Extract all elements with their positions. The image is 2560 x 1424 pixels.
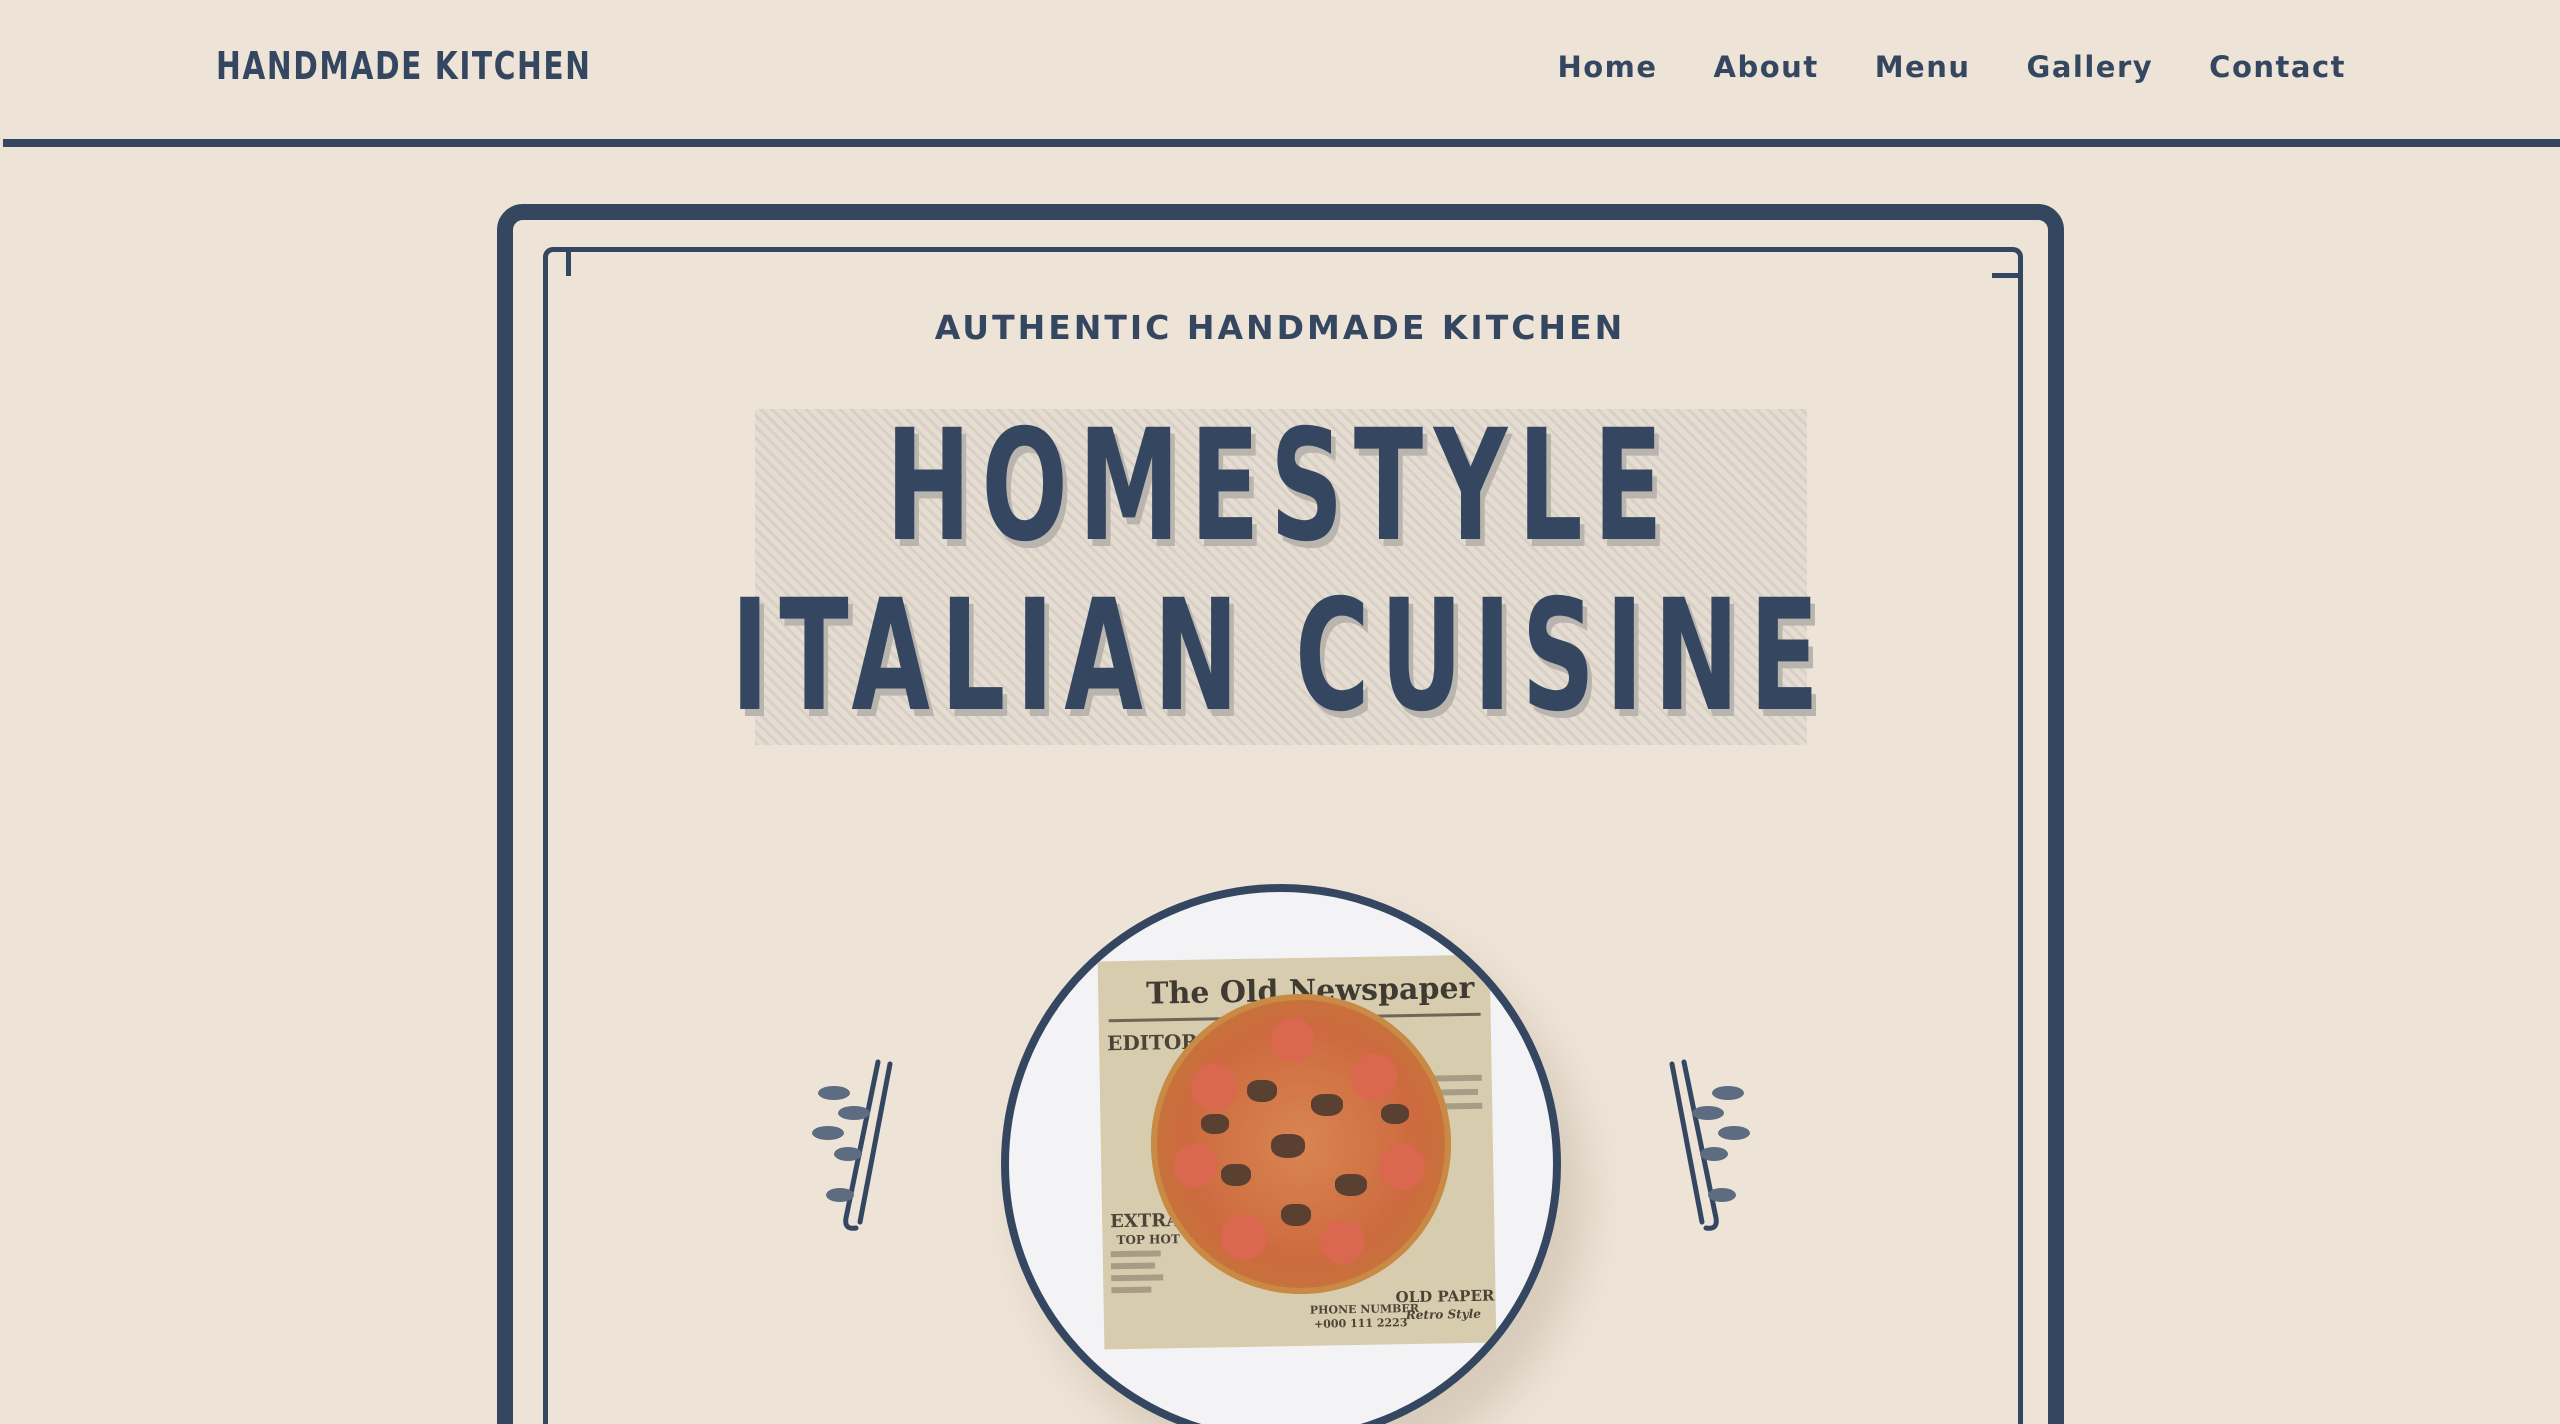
mushroom [1311, 1094, 1343, 1116]
mushroom [1335, 1174, 1367, 1196]
nav-about-link[interactable]: About [1714, 50, 1819, 84]
hero-title-line-2: ITALIAN CUISINE [0, 580, 2560, 734]
pizza-plate-image: The Old Newspaper EDITOR EXTRA TOP HOT P… [1001, 884, 1561, 1424]
hero-title-line-1: HOMESTYLE [0, 410, 2560, 564]
newspaper-label-oldpaper: OLD PAPER [1395, 1286, 1495, 1307]
nav-home-link[interactable]: Home [1557, 50, 1657, 84]
newspaper-label-retro: Retro Style [1405, 1306, 1482, 1323]
site-header: HANDMADE KITCHEN Home About Menu Gallery… [0, 0, 2560, 140]
main-nav: Home About Menu Gallery Contact [1557, 50, 2346, 84]
pepperoni [1351, 1054, 1397, 1100]
newspaper-column [1111, 1274, 1164, 1282]
corner-tick-right [1992, 273, 2020, 278]
chopsticks-left-icon [812, 1059, 893, 1231]
hero-title-line-2-text: ITALIAN CUISINE [730, 567, 1830, 746]
newspaper-label-top: TOP HOT [1116, 1232, 1180, 1248]
newspaper-label-number: +000 111 2223 [1313, 1316, 1408, 1331]
newspaper-column [1429, 1074, 1482, 1082]
mushroom [1281, 1204, 1311, 1226]
hero-eyebrow: AUTHENTIC HANDMADE KITCHEN [934, 308, 1626, 347]
nav-menu-link[interactable]: Menu [1875, 50, 1971, 84]
page: HANDMADE KITCHEN Home About Menu Gallery… [0, 0, 2560, 1424]
chopsticks-right-icon [1669, 1059, 1750, 1231]
header-divider [3, 139, 2560, 147]
pepperoni [1379, 1144, 1425, 1190]
mushroom [1201, 1114, 1229, 1134]
pepperoni [1221, 1214, 1267, 1260]
pepperoni [1321, 1220, 1365, 1264]
pepperoni [1271, 1018, 1315, 1062]
pepperoni [1191, 1064, 1237, 1110]
nav-gallery-link[interactable]: Gallery [2027, 50, 2154, 84]
mushroom [1247, 1080, 1277, 1102]
brand-logo[interactable]: HANDMADE KITCHEN [216, 44, 592, 88]
newspaper-column [1111, 1286, 1152, 1294]
newspaper-column [1110, 1250, 1161, 1258]
mushroom [1381, 1104, 1409, 1124]
hero-title-line-1-text: HOMESTYLE [886, 397, 1674, 576]
pepperoni [1173, 1144, 1217, 1188]
nav-contact-link[interactable]: Contact [2209, 50, 2346, 84]
pizza [1151, 994, 1451, 1294]
corner-tick-left [566, 250, 571, 276]
newspaper-column [1110, 1262, 1156, 1270]
mushroom [1221, 1164, 1251, 1186]
mushroom [1271, 1134, 1305, 1158]
